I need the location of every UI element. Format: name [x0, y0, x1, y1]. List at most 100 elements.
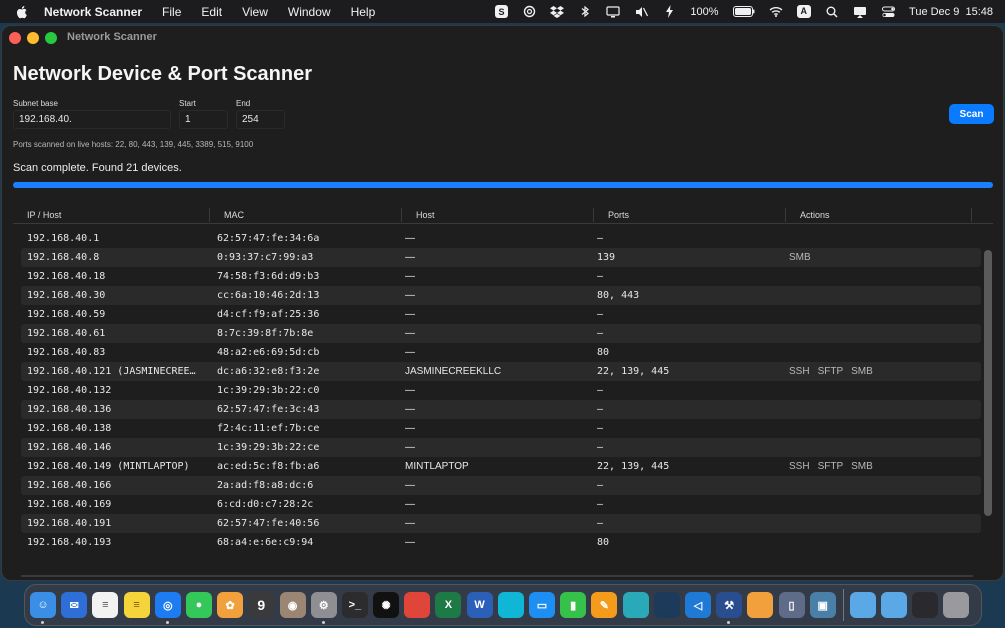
keynote-icon[interactable]: ▭: [529, 592, 555, 618]
table-row[interactable]: 192.168.40.8 0:93:37:c7:99:a3 — 139 SMB: [21, 248, 981, 267]
cell-ports: —: [597, 423, 604, 434]
title-bar[interactable]: Network Scanner: [2, 26, 1003, 51]
cell-ip-host: 192.168.40.121 (JASMINECREE…: [27, 366, 196, 377]
table-row[interactable]: 192.168.40.61 8:7c:39:8f:7b:8e — —: [21, 324, 981, 343]
column-header-host[interactable]: Host: [402, 207, 594, 222]
control-center-icon[interactable]: [881, 5, 895, 19]
end-input[interactable]: [236, 110, 285, 129]
display-icon[interactable]: [606, 5, 620, 19]
cell-ports: 139: [597, 252, 616, 263]
screen-mirroring-icon[interactable]: [853, 5, 867, 19]
dropbox-icon[interactable]: [550, 5, 565, 19]
calendar-icon[interactable]: 9: [248, 592, 275, 618]
table-row[interactable]: 192.168.40.83 48:a2:e6:69:5d:cb — 80: [21, 343, 981, 362]
terminal-icon[interactable]: >_: [341, 592, 368, 618]
start-input[interactable]: [179, 110, 228, 129]
menu-app-name[interactable]: Network Scanner: [44, 5, 142, 19]
app-cyan-icon[interactable]: [497, 592, 524, 618]
apple-icon[interactable]: [14, 4, 30, 20]
notes-icon[interactable]: ≡: [123, 592, 150, 618]
table-row[interactable]: 192.168.40.166 2a:ad:f8:a8:dc:6 — —: [21, 476, 981, 495]
dock-glyph: W: [474, 599, 485, 611]
action-ssh-link[interactable]: SSH: [789, 461, 810, 472]
finder-icon[interactable]: ☺: [30, 592, 56, 624]
battery-icon[interactable]: [732, 5, 755, 19]
menu-view[interactable]: View: [242, 5, 268, 19]
table-row[interactable]: 192.168.40.193 68:a4:e:6e:c9:94 — 80: [21, 533, 981, 552]
excel-icon[interactable]: X: [435, 592, 462, 618]
mail-icon[interactable]: ✉: [61, 592, 88, 618]
action-sftp-link[interactable]: SFTP: [818, 461, 844, 472]
folder-downloads-icon[interactable]: [881, 592, 908, 618]
input-source-indicator[interactable]: A: [796, 5, 812, 18]
chatgpt-menu-icon[interactable]: [522, 5, 536, 19]
table-row[interactable]: 192.168.40.136 62:57:47:fe:3c:43 — —: [21, 400, 981, 419]
table-row[interactable]: 192.168.40.132 1c:39:29:3b:22:c0 — —: [21, 381, 981, 400]
xcode-devtools-icon[interactable]: [653, 592, 680, 618]
app-files-icon[interactable]: ▯: [778, 592, 805, 618]
cell-ip-host: 192.168.40.191: [27, 518, 112, 529]
window-close-button[interactable]: [9, 32, 21, 44]
cell-mac: ac:ed:5c:f8:fb:a6: [217, 461, 320, 472]
dock-glyph: ✺: [381, 599, 391, 612]
system-settings-icon[interactable]: ⚙: [310, 592, 337, 624]
table-row[interactable]: 192.168.40.18 74:58:f3:6d:d9:b3 — —: [21, 267, 981, 286]
window-minimize-button[interactable]: [27, 32, 39, 44]
trash-icon[interactable]: [943, 592, 970, 618]
folder-apps-icon[interactable]: [849, 592, 876, 618]
menu-edit[interactable]: Edit: [201, 5, 222, 19]
table-row[interactable]: 192.168.40.169 6:cd:d0:c7:28:2c — —: [21, 495, 981, 514]
spotlight-search-icon[interactable]: [825, 5, 839, 19]
power-bolt-icon[interactable]: [662, 5, 676, 19]
column-header-ip-host[interactable]: IP / Host: [13, 207, 210, 222]
table-row[interactable]: 192.168.40.138 f2:4c:11:ef:7b:ce — —: [21, 419, 981, 438]
menu-help[interactable]: Help: [351, 5, 376, 19]
safari-icon[interactable]: ◎: [154, 592, 181, 624]
menu-window[interactable]: Window: [288, 5, 331, 19]
cell-host: —: [405, 499, 415, 510]
vscode-icon[interactable]: ◁: [684, 592, 711, 618]
table-row[interactable]: 192.168.40.149 (MINTLAPTOP) ac:ed:5c:f8:f…: [21, 457, 981, 476]
skype-icon[interactable]: S: [494, 5, 508, 19]
column-header-mac[interactable]: MAC: [210, 207, 402, 222]
column-header-actions[interactable]: Actions: [786, 207, 972, 222]
xcode-icon[interactable]: ⚒: [716, 592, 743, 624]
action-sftp-link[interactable]: SFTP: [818, 366, 844, 377]
contacts-icon[interactable]: ◉: [279, 592, 306, 618]
app-teal-icon[interactable]: [622, 592, 649, 618]
numbers-icon[interactable]: ▮: [560, 592, 587, 618]
table-row[interactable]: 192.168.40.59 d4:cf:f9:af:25:36 — —: [21, 305, 981, 324]
app-stripes-icon[interactable]: [747, 592, 774, 618]
bluetooth-icon[interactable]: [578, 5, 592, 19]
table-row[interactable]: 192.168.40.1 62:57:47:fe:34:6a — —: [21, 229, 981, 248]
screenshot-stack-icon[interactable]: [912, 592, 939, 618]
table-scrollbar[interactable]: [984, 250, 992, 516]
messages-icon[interactable]: ●: [185, 592, 212, 618]
table-row[interactable]: 192.168.40.146 1c:39:29:3b:22:ce — —: [21, 438, 981, 457]
table-row[interactable]: 192.168.40.30 cc:6a:10:46:2d:13 — 80, 443: [21, 286, 981, 305]
reminders-icon[interactable]: ≡: [92, 592, 119, 618]
action-smb-link[interactable]: SMB: [789, 252, 811, 263]
window-zoom-button[interactable]: [45, 32, 57, 44]
cell-mac: 62:57:47:fe:3c:43: [217, 404, 320, 415]
photos-icon[interactable]: ✿: [217, 592, 244, 618]
table-row[interactable]: 192.168.40.191 62:57:47:fe:40:56 — —: [21, 514, 981, 533]
table-row[interactable]: 192.168.40.121 (JASMINECREE… dc:a6:32:e8:…: [21, 362, 981, 381]
wifi-icon[interactable]: [769, 5, 783, 19]
app-preview-icon[interactable]: ▣: [809, 592, 836, 618]
menu-file[interactable]: File: [162, 5, 181, 19]
dock-glyph: ▭: [536, 599, 548, 612]
menubar-clock[interactable]: Tue Dec 9 15:48: [909, 6, 993, 18]
action-ssh-link[interactable]: SSH: [789, 366, 810, 377]
app-red-icon[interactable]: [404, 592, 431, 618]
pages-icon[interactable]: ✎: [591, 592, 618, 618]
action-smb-link[interactable]: SMB: [851, 461, 873, 472]
mute-icon[interactable]: [634, 5, 648, 19]
word-icon[interactable]: W: [466, 592, 493, 618]
action-smb-link[interactable]: SMB: [851, 366, 873, 377]
subnet-base-input[interactable]: [13, 110, 171, 129]
column-header-ports[interactable]: Ports: [594, 207, 786, 222]
chatgpt-icon[interactable]: ✺: [373, 592, 400, 618]
cell-host: MINTLAPTOP: [405, 461, 469, 472]
scan-button[interactable]: Scan: [949, 104, 994, 124]
